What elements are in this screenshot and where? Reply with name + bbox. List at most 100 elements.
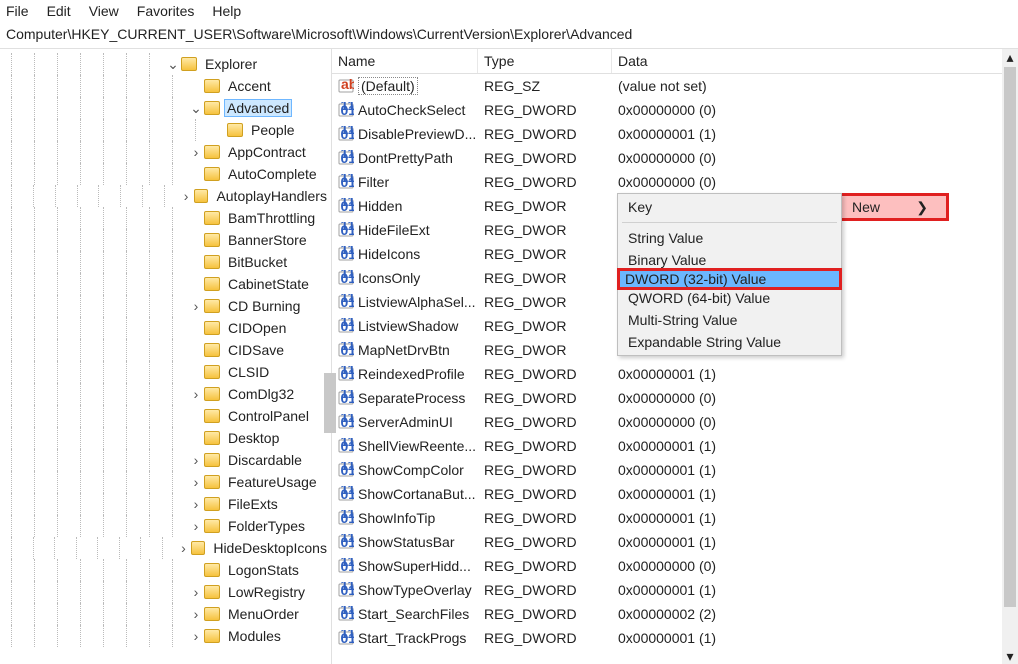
folder-icon (194, 189, 209, 203)
expand-icon[interactable]: › (188, 606, 204, 622)
tree-label: CIDSave (224, 341, 288, 359)
menu-favorites[interactable]: Favorites (137, 3, 195, 19)
tree-label: AppContract (224, 143, 310, 161)
folder-icon (227, 123, 243, 137)
value-row[interactable]: 110011ShowCortanaBut...REG_DWORD0x000000… (332, 482, 1018, 506)
tree-item-people[interactable]: People (0, 119, 331, 141)
tree-item-discardable[interactable]: ›Discardable (0, 449, 331, 471)
tree-item-bamthrottling[interactable]: BamThrottling (0, 207, 331, 229)
tree-item-foldertypes[interactable]: ›FolderTypes (0, 515, 331, 537)
value-row[interactable]: 110011DontPrettyPathREG_DWORD0x00000000 … (332, 146, 1018, 170)
col-header-type[interactable]: Type (478, 49, 612, 73)
menu-item-string-value[interactable]: String Value (620, 227, 839, 249)
tree-item-lowregistry[interactable]: ›LowRegistry (0, 581, 331, 603)
menu-help[interactable]: Help (212, 3, 241, 19)
value-row[interactable]: 110011ShowSuperHidd...REG_DWORD0x0000000… (332, 554, 1018, 578)
tree-item-cidopen[interactable]: CIDOpen (0, 317, 331, 339)
expand-icon[interactable]: › (179, 188, 194, 204)
tree-item-cabinetstate[interactable]: CabinetState (0, 273, 331, 295)
context-menu-new[interactable]: New ❯ (839, 193, 949, 221)
value-row[interactable]: 110011ShowStatusBarREG_DWORD0x00000001 (… (332, 530, 1018, 554)
scrollbar-thumb[interactable] (1004, 67, 1016, 607)
expand-icon[interactable]: › (188, 298, 204, 314)
value-row[interactable]: 110011SeparateProcessREG_DWORD0x00000000… (332, 386, 1018, 410)
menu-item-key[interactable]: Key (620, 196, 839, 218)
value-row[interactable]: ab(Default)REG_SZ(value not set) (332, 74, 1018, 98)
tree-item-accent[interactable]: Accent (0, 75, 331, 97)
expand-icon[interactable]: ⌄ (165, 56, 181, 73)
expand-icon[interactable]: › (188, 452, 204, 468)
tree-item-appcontract[interactable]: › AppContract (0, 141, 331, 163)
menu-item-new[interactable]: New ❯ (842, 196, 946, 218)
expand-icon[interactable]: ⌄ (188, 100, 204, 117)
binary-value-icon: 110011 (338, 126, 354, 142)
value-row[interactable]: 110011Start_TrackProgsREG_DWORD0x0000000… (332, 626, 1018, 650)
scroll-down-icon[interactable]: ▾ (1002, 648, 1018, 664)
value-row[interactable]: 110011ShowInfoTipREG_DWORD0x00000001 (1) (332, 506, 1018, 530)
menu-view[interactable]: View (89, 3, 119, 19)
menu-item-expandable-string-value[interactable]: Expandable String Value (620, 331, 839, 353)
folder-icon (204, 387, 220, 401)
expand-icon[interactable]: › (176, 540, 190, 556)
tree-item-autoplayhandlers[interactable]: ›AutoplayHandlers (0, 185, 331, 207)
tree-item-bannerstore[interactable]: BannerStore (0, 229, 331, 251)
folder-icon (204, 497, 220, 511)
content-area: ⌄ExplorerAccent⌄Advanced People › AppContra… (0, 48, 1018, 664)
menu-edit[interactable]: Edit (47, 3, 71, 19)
value-row[interactable]: 110011ReindexedProfileREG_DWORD0x0000000… (332, 362, 1018, 386)
tree-item-logonstats[interactable]: LogonStats (0, 559, 331, 581)
value-row[interactable]: 110011ShellViewReente...REG_DWORD0x00000… (332, 434, 1018, 458)
tree-label: People (247, 121, 299, 139)
tree-item-autocomplete[interactable]: AutoComplete (0, 163, 331, 185)
svg-text:011: 011 (341, 246, 355, 262)
menu-file[interactable]: File (6, 3, 29, 19)
tree-item-explorer[interactable]: ⌄Explorer (0, 53, 331, 75)
expand-icon[interactable]: › (188, 386, 204, 402)
svg-text:011: 011 (341, 222, 355, 238)
expand-icon[interactable]: › (188, 474, 204, 490)
tree-item-clsid[interactable]: CLSID (0, 361, 331, 383)
list-scrollbar[interactable]: ▴ ▾ (1002, 49, 1018, 664)
expand-icon[interactable]: › (188, 584, 204, 600)
expand-icon[interactable]: › (188, 144, 204, 160)
expand-icon[interactable]: › (188, 518, 204, 534)
value-row[interactable]: 110011Start_SearchFilesREG_DWORD0x000000… (332, 602, 1018, 626)
tree-item-cidsave[interactable]: CIDSave (0, 339, 331, 361)
tree-scroll-thumb[interactable] (324, 373, 336, 433)
tree-pane[interactable]: ⌄ExplorerAccent⌄Advanced People › AppContra… (0, 49, 332, 664)
tree-label: Desktop (224, 429, 283, 447)
tree-item-desktop[interactable]: Desktop (0, 427, 331, 449)
menu-item-qword-64-bit-value[interactable]: QWORD (64-bit) Value (620, 287, 839, 309)
list-header[interactable]: Name Type Data (332, 49, 1018, 74)
scroll-up-icon[interactable]: ▴ (1002, 49, 1018, 65)
value-row[interactable]: 110011ShowTypeOverlayREG_DWORD0x00000001… (332, 578, 1018, 602)
col-header-name[interactable]: Name (332, 49, 478, 73)
col-header-data[interactable]: Data (612, 49, 1018, 73)
tree-item-modules[interactable]: ›Modules (0, 625, 331, 647)
tree-item-hidedesktopicons[interactable]: ›HideDesktopIcons (0, 537, 331, 559)
new-submenu[interactable]: KeyString ValueBinary ValueDWORD (32-bit… (617, 193, 842, 356)
menu-item-multi-string-value[interactable]: Multi-String Value (620, 309, 839, 331)
value-row[interactable]: 110011ShowCompColorREG_DWORD0x00000001 (… (332, 458, 1018, 482)
address-bar[interactable]: Computer\HKEY_CURRENT_USER\Software\Micr… (0, 22, 1018, 48)
tree-item-menuorder[interactable]: ›MenuOrder (0, 603, 331, 625)
tree-item-comdlg32[interactable]: ›ComDlg32 (0, 383, 331, 405)
expand-icon[interactable]: › (188, 496, 204, 512)
value-row[interactable]: 110011ServerAdminUIREG_DWORD0x00000000 (… (332, 410, 1018, 434)
binary-value-icon: 110011 (338, 486, 354, 502)
tree-item-advanced[interactable]: ⌄Advanced (0, 97, 331, 119)
tree-item-controlpanel[interactable]: ControlPanel (0, 405, 331, 427)
value-list: ab(Default)REG_SZ(value not set)110011Au… (332, 74, 1018, 650)
value-row[interactable]: 110011AutoCheckSelectREG_DWORD0x00000000… (332, 98, 1018, 122)
expand-icon[interactable]: › (188, 628, 204, 644)
value-data: 0x00000000 (0) (612, 148, 1018, 168)
value-row[interactable]: 110011FilterREG_DWORD0x00000000 (0) (332, 170, 1018, 194)
tree-item-cd-burning[interactable]: ›CD Burning (0, 295, 331, 317)
value-row[interactable]: 110011DisablePreviewD...REG_DWORD0x00000… (332, 122, 1018, 146)
value-data: 0x00000000 (0) (612, 412, 1018, 432)
tree-item-bitbucket[interactable]: BitBucket (0, 251, 331, 273)
tree-item-fileexts[interactable]: ›FileExts (0, 493, 331, 515)
svg-text:011: 011 (341, 414, 355, 430)
tree-item-featureusage[interactable]: ›FeatureUsage (0, 471, 331, 493)
value-name: AutoCheckSelect (358, 102, 465, 118)
